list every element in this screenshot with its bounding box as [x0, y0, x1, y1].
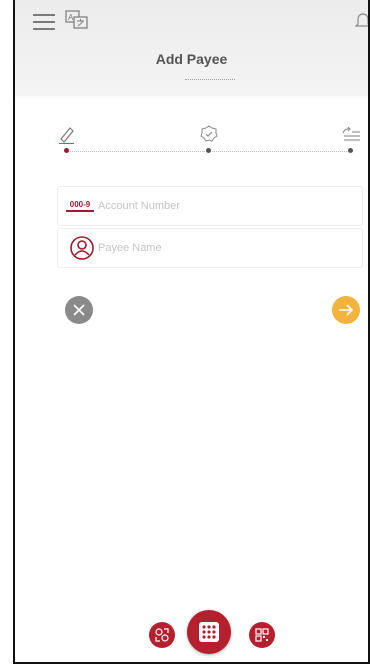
qr-code-icon [255, 628, 269, 642]
step-dot [348, 148, 353, 153]
payees-button[interactable] [149, 622, 175, 648]
pencil-icon [59, 127, 74, 144]
account-number-field[interactable]: 000-9 [57, 186, 363, 226]
step-verify[interactable] [197, 118, 221, 158]
payee-name-input[interactable] [98, 229, 348, 267]
page-title: Add Payee [155, 51, 228, 67]
arrow-right-icon [339, 304, 354, 316]
bottom-nav [15, 610, 368, 660]
cancel-button[interactable] [65, 296, 93, 324]
list-arrow-icon [342, 126, 360, 141]
account-number-input[interactable] [98, 187, 348, 225]
grid-menu-icon [199, 622, 219, 642]
main-menu-button[interactable] [187, 610, 231, 654]
title-underline [185, 79, 235, 80]
close-icon [73, 304, 85, 316]
step-dot [64, 148, 69, 153]
step-confirm[interactable] [339, 118, 363, 158]
menu-icon[interactable] [33, 14, 55, 30]
app-screen: A Add Payee 000-9 Account Number Payee N… [13, 0, 370, 664]
account-number-icon-text: 000-9 [69, 200, 91, 209]
step-indicator [15, 118, 368, 158]
qr-scan-button[interactable] [249, 622, 275, 648]
user-icon [69, 235, 95, 261]
next-button[interactable] [332, 296, 360, 324]
payee-name-field[interactable] [57, 228, 363, 268]
step-dot [206, 148, 211, 153]
notification-bell-icon[interactable] [354, 10, 368, 30]
payees-icon [155, 628, 169, 642]
account-number-icon: 000-9 [66, 201, 94, 213]
verified-badge-icon [200, 125, 218, 142]
svg-text:A: A [68, 13, 74, 22]
header: A Add Payee [15, 0, 368, 96]
step-details[interactable] [55, 118, 79, 158]
language-icon[interactable]: A [65, 9, 89, 31]
